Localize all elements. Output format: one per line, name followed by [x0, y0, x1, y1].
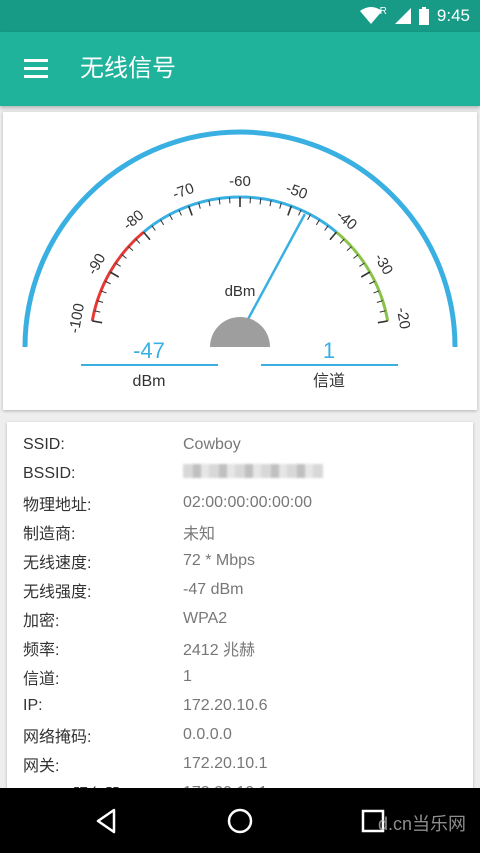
info-label: 网关:: [23, 757, 60, 775]
gauge-tick-label: -70: [170, 180, 196, 203]
gauge-tick: [377, 320, 388, 324]
gauge-tick-label: -20: [393, 306, 414, 330]
info-value: 02:00:00:00:00:00: [183, 493, 313, 511]
info-value: -47 dBm: [183, 580, 244, 598]
info-value: 2412 兆赫: [183, 641, 256, 659]
back-icon[interactable]: [92, 806, 122, 836]
info-row: 制造商: 未知: [23, 517, 473, 546]
app-toolbar: 无线信号: [0, 32, 480, 106]
status-time: 9:45: [436, 6, 470, 25]
info-label: 频率:: [23, 641, 60, 659]
info-label: SSID:: [23, 435, 65, 453]
gauge-tick: [135, 238, 141, 244]
channel-label: 信道: [313, 371, 345, 390]
gauge-tick-label: -40: [333, 207, 361, 234]
info-row: SSID: Cowboy: [23, 430, 473, 459]
info-value: WPA2: [183, 609, 228, 627]
watermark-logo: d.cn当乐网: [377, 814, 466, 834]
info-row: 网络掩码: 0.0.0.0: [23, 720, 473, 749]
info-label: 制造商:: [23, 525, 76, 543]
signal-gauge-card: -100 -90 -80 -70 -60 -50 -40 -30 -20 dBm -47 dBm…: [3, 112, 477, 410]
info-row: 无线强度: -47 dBm: [23, 575, 473, 604]
info-row: 信道: 1: [23, 662, 473, 691]
gauge-tick-label: -90: [84, 251, 110, 278]
info-row: IP: 172.20.10.6: [23, 691, 473, 720]
status-bar: R 9:45: [0, 0, 480, 32]
info-label: 无线速度:: [23, 554, 92, 572]
info-value: 172.20.10.1: [183, 754, 268, 772]
signal-gauge: -100 -90 -80 -70 -60 -50 -40 -30 -20 dBm -47 dBm…: [22, 129, 458, 390]
menu-icon[interactable]: [22, 57, 50, 81]
gauge-tick: [151, 225, 156, 231]
gauge-unit-label: dBm: [225, 283, 256, 300]
info-row: 无线速度: 72 * Mbps: [23, 546, 473, 575]
info-label: 信道:: [23, 670, 60, 688]
gauge-tick: [353, 254, 359, 259]
rssi-value: -47: [133, 338, 165, 363]
info-row: BSSID:: [23, 459, 473, 488]
info-label: 加密:: [23, 612, 60, 630]
info-value: 1: [183, 667, 192, 685]
gauge-tick-label: -50: [284, 180, 310, 203]
gauge-tick: [360, 271, 371, 278]
battery-icon: [418, 7, 429, 25]
gauge-tick: [109, 271, 120, 278]
rssi-unit: dBm: [133, 373, 166, 390]
info-row: 物理地址: 02:00:00:00:00:00: [23, 488, 473, 517]
navigation-bar: d.cn当乐网: [0, 788, 480, 853]
gauge-tick-label: -100: [66, 302, 88, 335]
gauge-tick: [329, 231, 338, 241]
gauge-needle: [238, 213, 306, 335]
gauge-tick-label: -60: [229, 173, 251, 190]
info-label: BSSID:: [23, 464, 76, 482]
wifi-info-card: SSID: Cowboy BSSID: 物理地址: 02:00:00:00:00:00 制…: [7, 422, 473, 802]
info-value: 0.0.0.0: [183, 725, 232, 743]
gauge-tick: [315, 219, 320, 226]
gauge-hub: [210, 317, 270, 347]
gauge-outer-arc: [22, 129, 458, 348]
gauge-tick: [128, 246, 134, 252]
home-icon[interactable]: [225, 806, 255, 836]
gauge-tick: [115, 262, 121, 267]
info-value: 未知: [183, 525, 216, 543]
gauge-tick: [142, 231, 151, 241]
info-value: 72 * Mbps: [183, 551, 256, 569]
status-icons: R 9:45: [359, 0, 470, 32]
signal-badge: R: [379, 5, 387, 17]
gauge-tick-label: -80: [120, 207, 148, 234]
gauge-tick: [121, 254, 127, 259]
info-label: 物理地址:: [23, 496, 92, 514]
gauge-tick: [287, 205, 293, 216]
info-label: 无线强度:: [23, 583, 92, 601]
gauge-tick: [346, 246, 352, 252]
info-value: 172.20.10.6: [183, 696, 268, 714]
gauge-tick: [187, 205, 193, 216]
info-label: 网络掩码:: [23, 728, 92, 746]
info-value: [183, 464, 323, 483]
cell-signal-icon: [394, 8, 411, 24]
gauge-tick-label: -30: [371, 251, 397, 278]
redacted-value: [183, 464, 323, 478]
info-list: SSID: Cowboy BSSID: 物理地址: 02:00:00:00:00:00 制…: [23, 430, 473, 802]
info-value: Cowboy: [183, 435, 241, 453]
gauge-tick: [324, 225, 329, 231]
gauge-tick: [339, 238, 345, 244]
info-row: 加密: WPA2: [23, 604, 473, 633]
wifi-icon: [359, 7, 382, 24]
info-row: 网关: 172.20.10.1: [23, 749, 473, 778]
info-row: 频率: 2412 兆赫: [23, 633, 473, 662]
page-title: 无线信号: [80, 55, 176, 82]
info-label: IP:: [23, 696, 43, 714]
gauge-tick: [160, 219, 165, 226]
channel-value: 1: [323, 338, 335, 363]
gauge-tick: [92, 320, 103, 324]
gauge-tick: [359, 262, 365, 267]
